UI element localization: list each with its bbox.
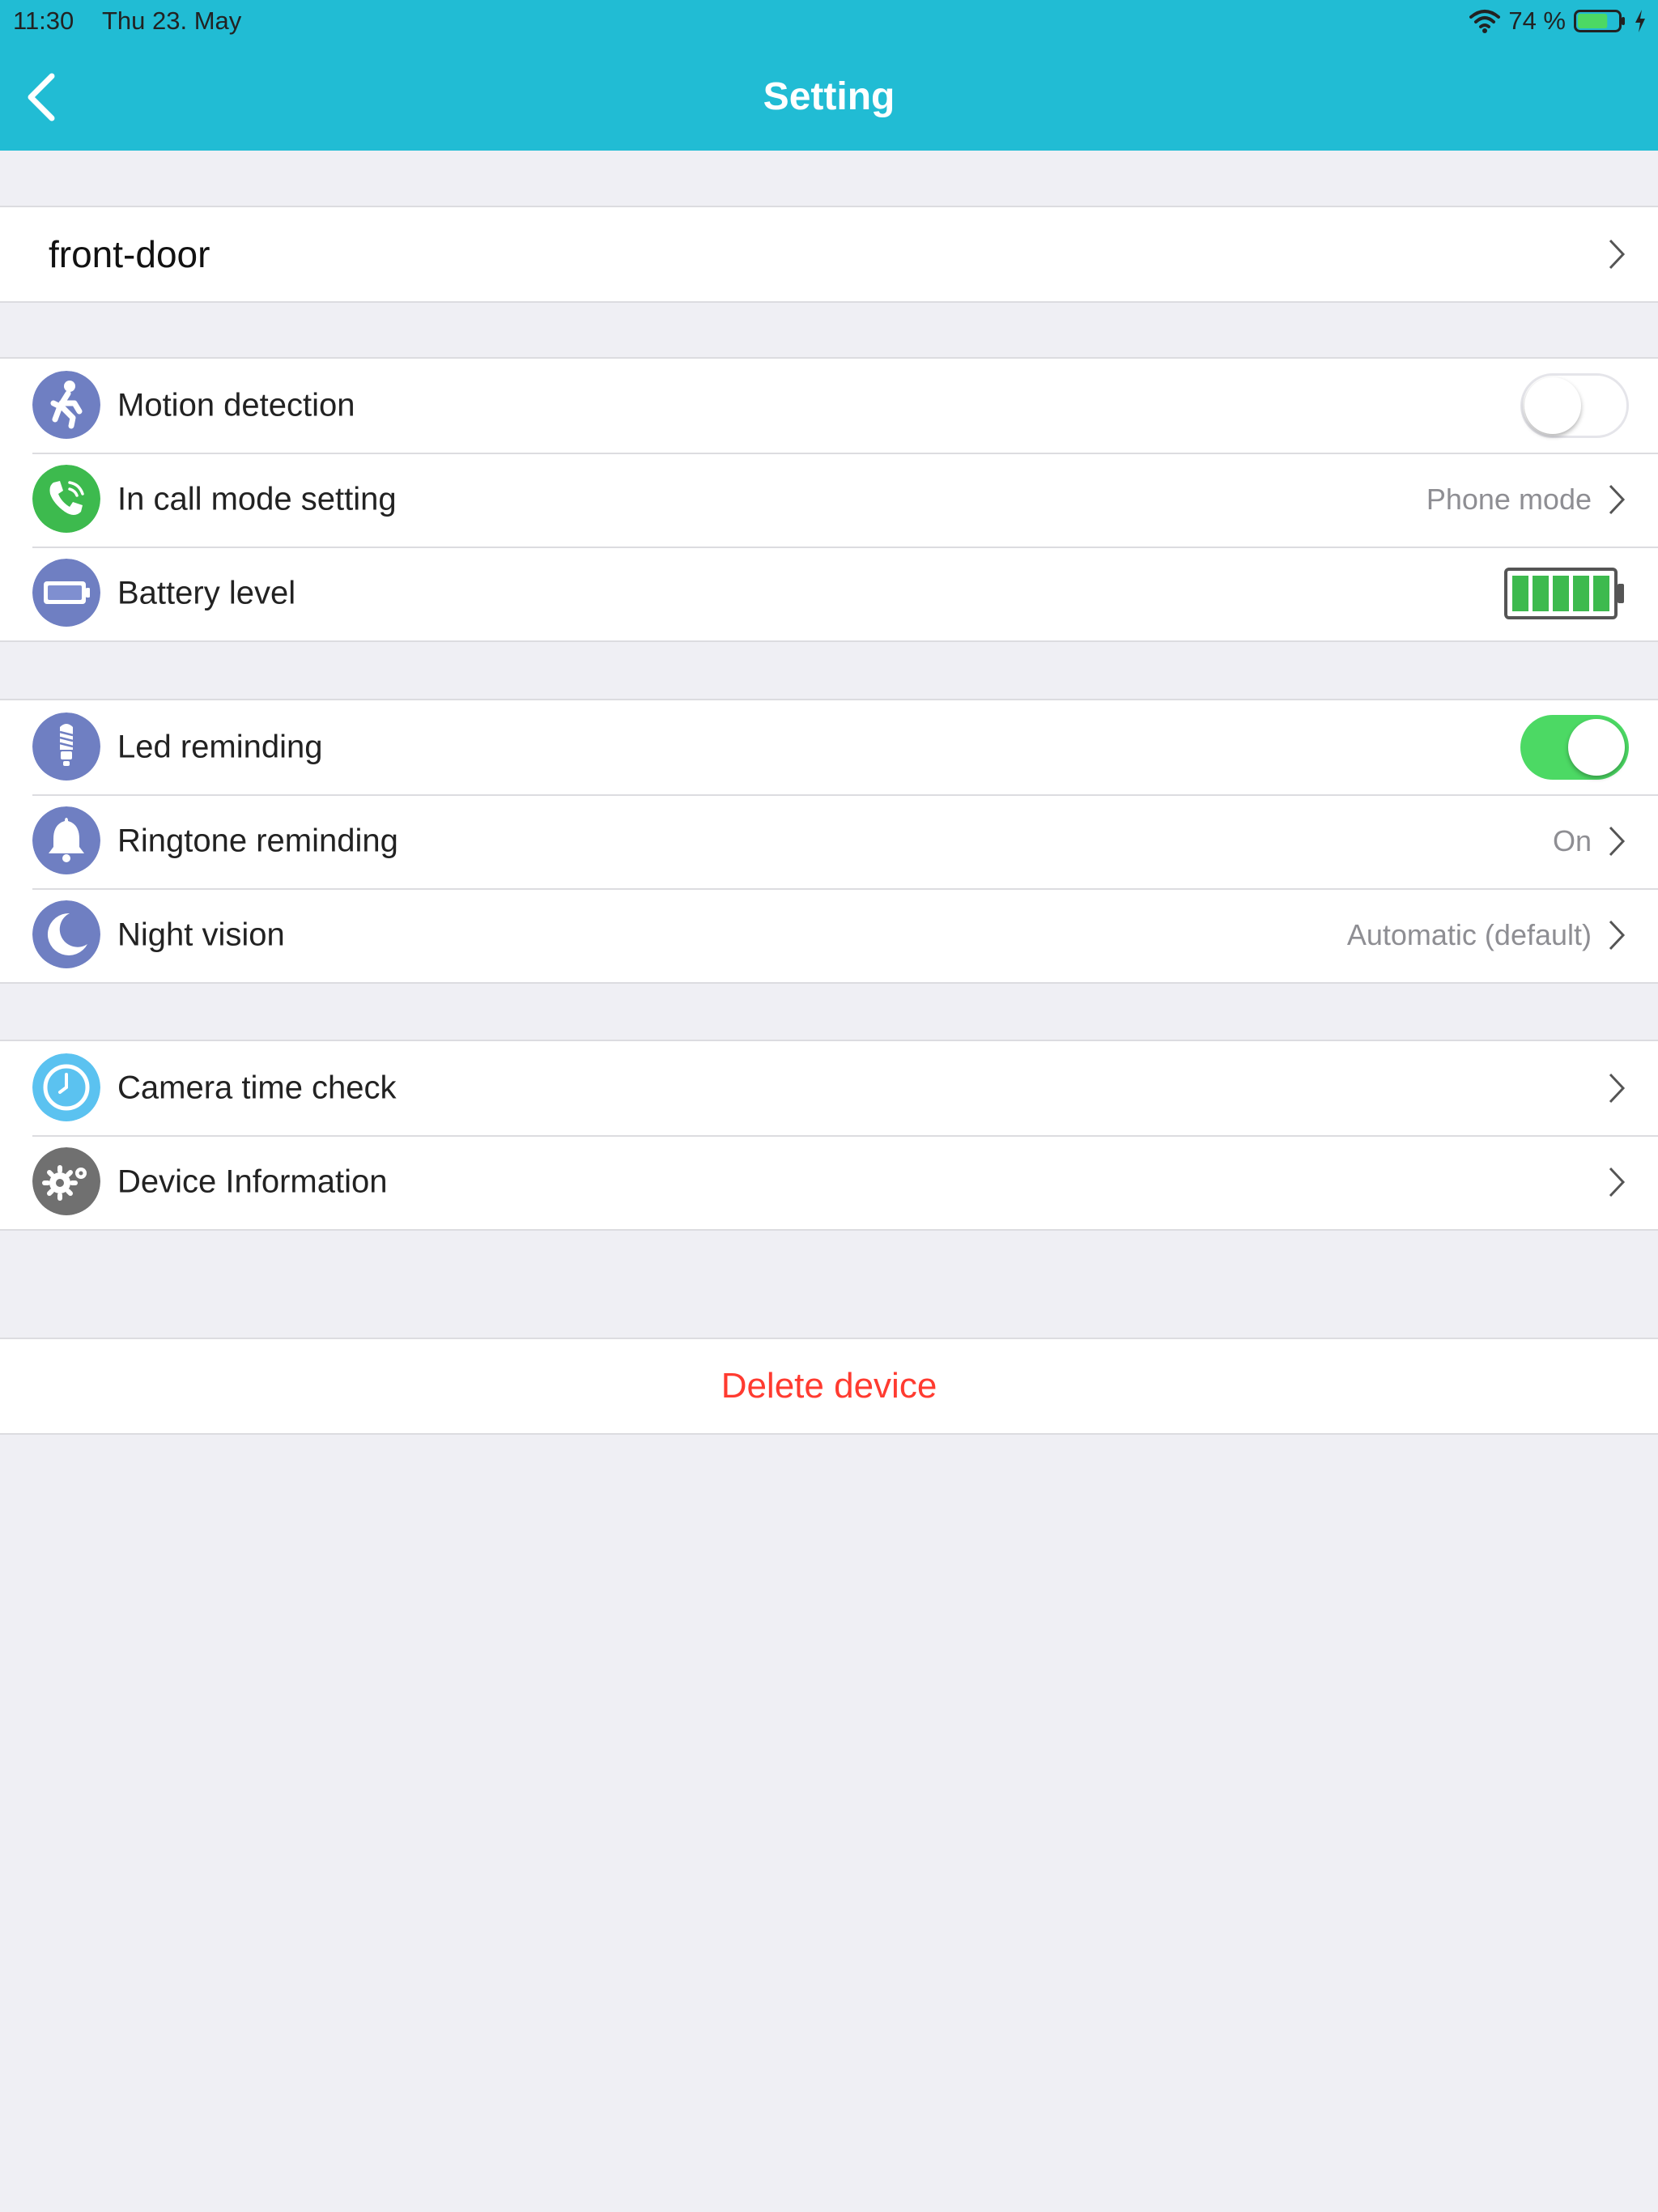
motion-detection-toggle[interactable] bbox=[1520, 373, 1629, 438]
reminder-group: Led reminding Ringtone reminding On Nigh… bbox=[0, 699, 1658, 984]
battery-level-label: Battery level bbox=[117, 575, 296, 611]
camera-time-check-label: Camera time check bbox=[117, 1070, 397, 1106]
led-reminding-toggle[interactable] bbox=[1520, 715, 1629, 780]
chevron-right-icon bbox=[1609, 1167, 1626, 1197]
battery-level-row: Battery level bbox=[0, 547, 1658, 640]
status-time: 11:30 bbox=[13, 6, 74, 35]
motion-detection-row: Motion detection bbox=[0, 359, 1658, 453]
ringtone-reminding-value: On bbox=[1552, 824, 1592, 857]
device-name-group: front-door bbox=[0, 206, 1658, 303]
status-indicators: 74 % bbox=[1469, 5, 1647, 37]
battery-bar bbox=[1533, 576, 1549, 611]
battery-icon bbox=[32, 559, 100, 627]
battery-bar bbox=[1553, 576, 1569, 611]
camera-time-check-row[interactable]: Camera time check bbox=[0, 1041, 1658, 1135]
toggle-knob bbox=[1568, 719, 1625, 776]
chevron-right-icon bbox=[1609, 1073, 1626, 1104]
night-vision-label: Night vision bbox=[117, 917, 285, 953]
device-name-row[interactable]: front-door bbox=[0, 207, 1658, 301]
battery-bar bbox=[1593, 576, 1609, 611]
device-information-row[interactable]: Device Information bbox=[0, 1135, 1658, 1229]
walking-person-icon bbox=[32, 371, 100, 439]
delete-device-button[interactable]: Delete device bbox=[0, 1338, 1658, 1435]
device-information-label: Device Information bbox=[117, 1163, 388, 1200]
call-mode-value: Phone mode bbox=[1426, 483, 1592, 516]
moon-icon bbox=[32, 900, 100, 968]
motion-detection-label: Motion detection bbox=[117, 387, 355, 423]
call-mode-label: In call mode setting bbox=[117, 481, 397, 517]
ringtone-reminding-label: Ringtone reminding bbox=[117, 823, 398, 859]
chevron-right-icon bbox=[1609, 826, 1626, 857]
bell-icon bbox=[32, 806, 100, 874]
light-bulb-icon bbox=[32, 713, 100, 781]
detection-group: Motion detection In call mode setting Ph… bbox=[0, 357, 1658, 642]
clock-icon bbox=[32, 1053, 100, 1121]
battery-bar bbox=[1512, 576, 1528, 611]
call-mode-row[interactable]: In call mode setting Phone mode bbox=[0, 453, 1658, 547]
device-group: Camera time check Device Information bbox=[0, 1040, 1658, 1231]
charging-icon bbox=[1635, 10, 1645, 32]
page-title: Setting bbox=[763, 75, 895, 118]
battery-bar bbox=[1573, 576, 1589, 611]
delete-device-label: Delete device bbox=[721, 1366, 937, 1406]
chevron-right-icon bbox=[1609, 239, 1626, 270]
chevron-right-icon bbox=[1609, 920, 1626, 951]
battery-status-icon bbox=[1574, 10, 1625, 32]
device-name-label: front-door bbox=[49, 233, 210, 275]
led-reminding-row: Led reminding bbox=[0, 700, 1658, 794]
chevron-right-icon bbox=[1609, 484, 1626, 515]
header-bar: 11:30 Thu 23. May 74 % Setting bbox=[0, 0, 1658, 151]
gears-icon bbox=[32, 1147, 100, 1215]
battery-percent: 74 % bbox=[1508, 6, 1566, 35]
status-date: Thu 23. May bbox=[102, 6, 242, 35]
phone-call-icon bbox=[32, 465, 100, 533]
night-vision-row[interactable]: Night vision Automatic (default) bbox=[0, 888, 1658, 982]
wifi-icon bbox=[1469, 10, 1501, 33]
night-vision-value: Automatic (default) bbox=[1346, 918, 1592, 951]
ringtone-reminding-row[interactable]: Ringtone reminding On bbox=[0, 794, 1658, 888]
toggle-knob bbox=[1524, 377, 1581, 434]
led-reminding-label: Led reminding bbox=[117, 729, 323, 765]
battery-level-indicator bbox=[1504, 568, 1624, 619]
